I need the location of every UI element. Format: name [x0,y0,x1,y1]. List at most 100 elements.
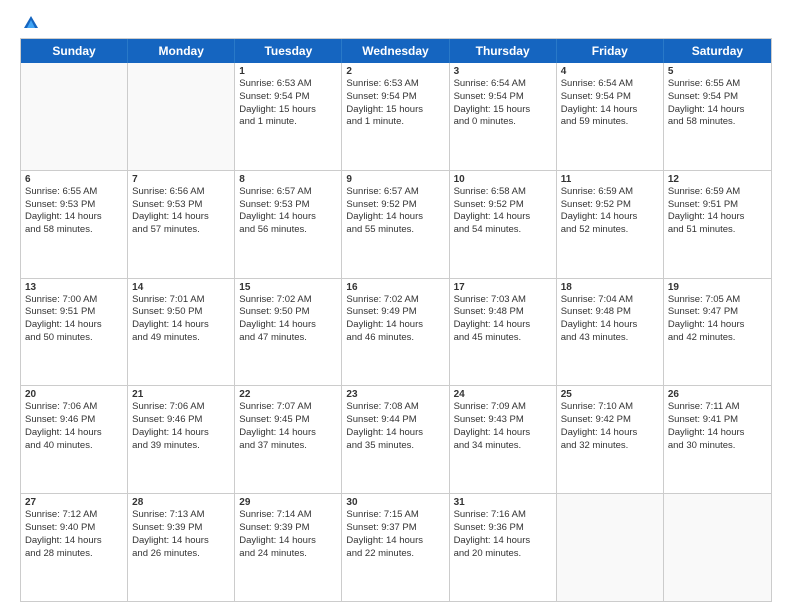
cell-info-line: Daylight: 14 hours [454,319,552,332]
cell-info-line: Sunrise: 7:11 AM [668,401,767,414]
cell-info-line: Daylight: 14 hours [132,319,230,332]
header [20,16,772,30]
cell-info-line: Sunrise: 7:06 AM [132,401,230,414]
cell-info-line: Sunrise: 7:03 AM [454,294,552,307]
day-cell-1: 1Sunrise: 6:53 AMSunset: 9:54 PMDaylight… [235,63,342,170]
cell-info-line: and 57 minutes. [132,224,230,237]
cell-info-line: Sunrise: 7:10 AM [561,401,659,414]
cell-info-line: Sunrise: 6:55 AM [25,186,123,199]
cell-info-line: Daylight: 14 hours [668,319,767,332]
day-cell-6: 6Sunrise: 6:55 AMSunset: 9:53 PMDaylight… [21,171,128,278]
cell-info-line: Daylight: 14 hours [346,319,444,332]
day-cell-26: 26Sunrise: 7:11 AMSunset: 9:41 PMDayligh… [664,386,771,493]
day-cell-7: 7Sunrise: 6:56 AMSunset: 9:53 PMDaylight… [128,171,235,278]
cell-info-line: Sunrise: 7:16 AM [454,509,552,522]
day-cell-21: 21Sunrise: 7:06 AMSunset: 9:46 PMDayligh… [128,386,235,493]
day-number: 17 [454,282,552,293]
day-number: 31 [454,497,552,508]
day-cell-29: 29Sunrise: 7:14 AMSunset: 9:39 PMDayligh… [235,494,342,601]
empty-cell [21,63,128,170]
cell-info-line: and 20 minutes. [454,548,552,561]
empty-cell [128,63,235,170]
calendar-row-2: 6Sunrise: 6:55 AMSunset: 9:53 PMDaylight… [21,171,771,279]
day-cell-24: 24Sunrise: 7:09 AMSunset: 9:43 PMDayligh… [450,386,557,493]
day-number: 20 [25,389,123,400]
cell-info-line: Daylight: 14 hours [454,427,552,440]
cell-info-line: and 34 minutes. [454,440,552,453]
cell-info-line: Daylight: 14 hours [561,319,659,332]
cell-info-line: Sunset: 9:46 PM [25,414,123,427]
day-cell-5: 5Sunrise: 6:55 AMSunset: 9:54 PMDaylight… [664,63,771,170]
day-cell-14: 14Sunrise: 7:01 AMSunset: 9:50 PMDayligh… [128,279,235,386]
cell-info-line: and 45 minutes. [454,332,552,345]
cell-info-line: and 0 minutes. [454,116,552,129]
cell-info-line: Daylight: 14 hours [239,427,337,440]
day-cell-18: 18Sunrise: 7:04 AMSunset: 9:48 PMDayligh… [557,279,664,386]
cell-info-line: Sunset: 9:53 PM [132,199,230,212]
cell-info-line: Sunset: 9:52 PM [346,199,444,212]
cell-info-line: and 26 minutes. [132,548,230,561]
day-cell-16: 16Sunrise: 7:02 AMSunset: 9:49 PMDayligh… [342,279,449,386]
cell-info-line: and 37 minutes. [239,440,337,453]
cell-info-line: Daylight: 14 hours [25,427,123,440]
cell-info-line: Sunset: 9:43 PM [454,414,552,427]
day-number: 23 [346,389,444,400]
day-number: 16 [346,282,444,293]
day-number: 29 [239,497,337,508]
cell-info-line: and 56 minutes. [239,224,337,237]
calendar-row-3: 13Sunrise: 7:00 AMSunset: 9:51 PMDayligh… [21,279,771,387]
cell-info-line: Sunrise: 7:02 AM [346,294,444,307]
day-cell-23: 23Sunrise: 7:08 AMSunset: 9:44 PMDayligh… [342,386,449,493]
cell-info-line: and 39 minutes. [132,440,230,453]
cell-info-line: and 1 minute. [346,116,444,129]
cell-info-line: Sunset: 9:46 PM [132,414,230,427]
cell-info-line: Sunrise: 7:02 AM [239,294,337,307]
day-cell-25: 25Sunrise: 7:10 AMSunset: 9:42 PMDayligh… [557,386,664,493]
day-number: 28 [132,497,230,508]
cell-info-line: and 30 minutes. [668,440,767,453]
cell-info-line: and 43 minutes. [561,332,659,345]
day-number: 9 [346,174,444,185]
day-cell-28: 28Sunrise: 7:13 AMSunset: 9:39 PMDayligh… [128,494,235,601]
cell-info-line: Sunset: 9:51 PM [668,199,767,212]
cell-info-line: Daylight: 14 hours [239,319,337,332]
cal-header-day: Monday [128,39,235,63]
cell-info-line: Sunrise: 7:04 AM [561,294,659,307]
cell-info-line: Daylight: 14 hours [454,211,552,224]
cell-info-line: and 46 minutes. [346,332,444,345]
cell-info-line: Daylight: 14 hours [25,535,123,548]
cell-info-line: Sunset: 9:54 PM [454,91,552,104]
cell-info-line: Daylight: 15 hours [346,104,444,117]
day-number: 30 [346,497,444,508]
cell-info-line: and 40 minutes. [25,440,123,453]
cell-info-line: Sunrise: 7:08 AM [346,401,444,414]
cell-info-line: Sunset: 9:37 PM [346,522,444,535]
day-cell-11: 11Sunrise: 6:59 AMSunset: 9:52 PMDayligh… [557,171,664,278]
day-cell-9: 9Sunrise: 6:57 AMSunset: 9:52 PMDaylight… [342,171,449,278]
day-number: 11 [561,174,659,185]
cell-info-line: Daylight: 14 hours [346,535,444,548]
cell-info-line: Sunset: 9:49 PM [346,306,444,319]
cell-info-line: Daylight: 14 hours [25,211,123,224]
cell-info-line: Sunrise: 7:05 AM [668,294,767,307]
day-number: 5 [668,66,767,77]
day-cell-15: 15Sunrise: 7:02 AMSunset: 9:50 PMDayligh… [235,279,342,386]
cell-info-line: and 1 minute. [239,116,337,129]
logo-icon [22,14,40,32]
day-cell-19: 19Sunrise: 7:05 AMSunset: 9:47 PMDayligh… [664,279,771,386]
cell-info-line: and 42 minutes. [668,332,767,345]
day-cell-27: 27Sunrise: 7:12 AMSunset: 9:40 PMDayligh… [21,494,128,601]
cal-header-day: Friday [557,39,664,63]
day-number: 26 [668,389,767,400]
cell-info-line: and 51 minutes. [668,224,767,237]
day-number: 24 [454,389,552,400]
day-cell-30: 30Sunrise: 7:15 AMSunset: 9:37 PMDayligh… [342,494,449,601]
cell-info-line: Sunset: 9:41 PM [668,414,767,427]
cell-info-line: Sunrise: 6:59 AM [561,186,659,199]
cell-info-line: Sunrise: 7:14 AM [239,509,337,522]
day-cell-3: 3Sunrise: 6:54 AMSunset: 9:54 PMDaylight… [450,63,557,170]
cell-info-line: Daylight: 14 hours [668,211,767,224]
cell-info-line: Sunrise: 7:01 AM [132,294,230,307]
cell-info-line: Sunset: 9:39 PM [239,522,337,535]
calendar-body: 1Sunrise: 6:53 AMSunset: 9:54 PMDaylight… [21,63,771,601]
